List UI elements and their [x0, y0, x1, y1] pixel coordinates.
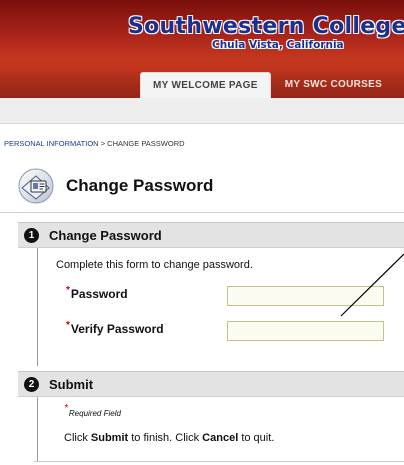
- submit-instructions: Click Submit to finish. Click Cancel to …: [64, 432, 274, 444]
- tab-my-welcome-page[interactable]: MY WELCOME PAGE: [140, 72, 271, 98]
- breadcrumb-personal-information[interactable]: PERSONAL INFORMATION: [4, 139, 99, 148]
- section-submit-title: Submit: [49, 376, 94, 392]
- breadcrumb-current: CHANGE PASSWORD: [107, 139, 185, 148]
- password-label-text: Password: [70, 287, 128, 301]
- site-header: Southwestern College Chula Vista, Califo…: [0, 0, 404, 98]
- id-card-icon: [18, 168, 54, 204]
- verify-password-label: *Verify Password: [66, 320, 164, 336]
- password-input[interactable]: [227, 286, 384, 306]
- breadcrumb-separator: >: [100, 139, 106, 148]
- section-change-password-header: 1 Change Password: [18, 222, 404, 248]
- step-1-badge: 1: [24, 227, 39, 243]
- tab-my-swc-courses[interactable]: MY SWC COURSES: [277, 72, 394, 98]
- college-logo-title[interactable]: Southwestern College: [128, 14, 404, 39]
- instr-click: Click: [64, 432, 88, 444]
- section-2-rail: [37, 397, 38, 461]
- required-marker: *: [66, 320, 70, 331]
- bottom-divider: [34, 461, 404, 462]
- tab-bar: MY WELCOME PAGE MY SWC COURSES: [140, 72, 394, 98]
- title-divider: [0, 212, 404, 213]
- verify-password-label-text: Verify Password: [70, 322, 164, 336]
- breadcrumb: PERSONAL INFORMATION > CHANGE PASSWORD: [4, 139, 185, 148]
- instr-middle: to finish. Click: [131, 432, 200, 444]
- step-2-badge: 2: [24, 376, 39, 392]
- cancel-keyword: Cancel: [202, 432, 239, 444]
- section-1-rail: [37, 248, 38, 366]
- required-marker: *: [64, 403, 68, 414]
- form-instructions: Complete this form to change password.: [56, 259, 253, 271]
- college-logo-location: Chula Vista, California: [212, 39, 344, 51]
- page-title: Change Password: [66, 176, 214, 195]
- required-field-text: Required Field: [68, 409, 121, 418]
- section-submit-header: 2 Submit: [18, 371, 404, 397]
- page-title-row: Change Password: [18, 166, 213, 206]
- instr-end: to quit.: [241, 432, 275, 444]
- verify-password-input[interactable]: [227, 321, 384, 341]
- password-label: *Password: [66, 285, 128, 301]
- sub-navigation-band: [0, 98, 404, 124]
- section-change-password-title: Change Password: [49, 227, 162, 243]
- submit-keyword: Submit: [90, 432, 129, 444]
- required-field-note: *Required Field: [64, 403, 121, 419]
- required-marker: *: [66, 285, 70, 296]
